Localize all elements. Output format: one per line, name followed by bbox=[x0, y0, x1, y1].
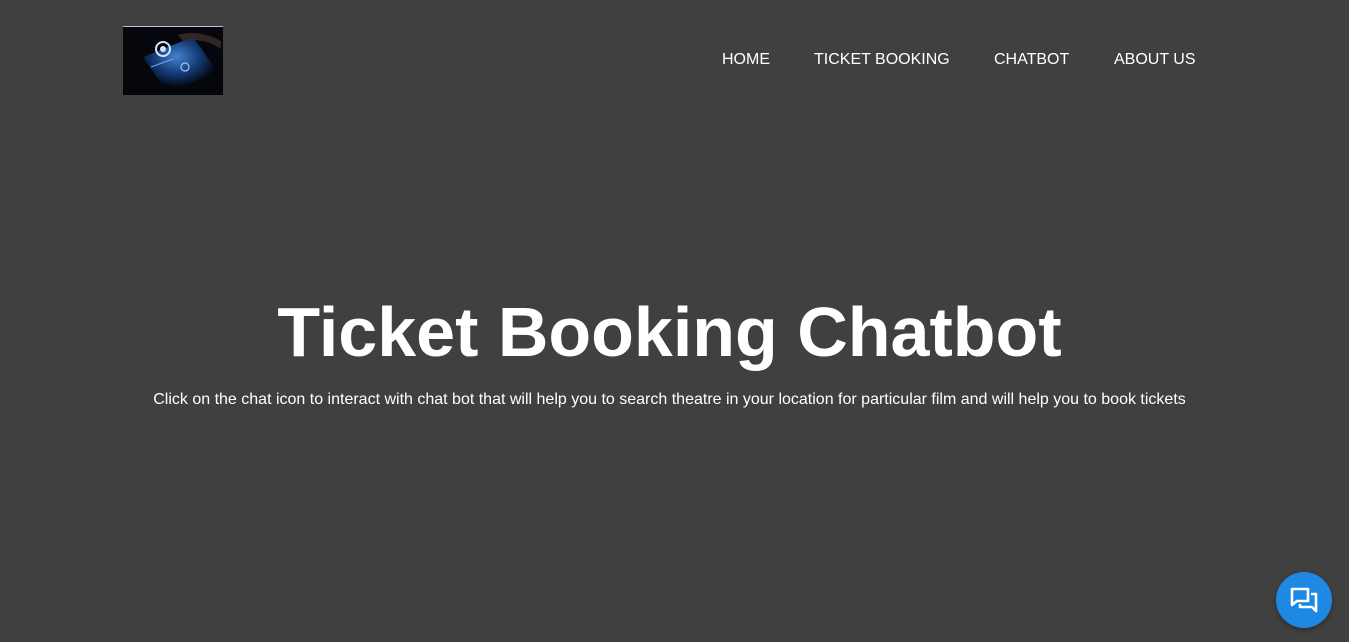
nav-home[interactable]: HOME bbox=[722, 50, 770, 70]
hero-title: Ticket Booking Chatbot bbox=[277, 293, 1062, 371]
chat-bubbles-icon bbox=[1290, 587, 1318, 613]
main-nav: HOME TICKET BOOKING CHATBOT ABOUT US bbox=[0, 50, 1349, 70]
page: HOME TICKET BOOKING CHATBOT ABOUT US Tic… bbox=[0, 0, 1349, 642]
header: HOME TICKET BOOKING CHATBOT ABOUT US bbox=[0, 0, 1349, 120]
nav-about-us[interactable]: ABOUT US bbox=[1114, 50, 1196, 70]
nav-ticket-booking[interactable]: TICKET BOOKING bbox=[814, 50, 950, 70]
chat-button[interactable] bbox=[1276, 572, 1332, 628]
nav-chatbot[interactable]: CHATBOT bbox=[994, 50, 1069, 70]
hero-description: Click on the chat icon to interact with … bbox=[153, 391, 1186, 408]
